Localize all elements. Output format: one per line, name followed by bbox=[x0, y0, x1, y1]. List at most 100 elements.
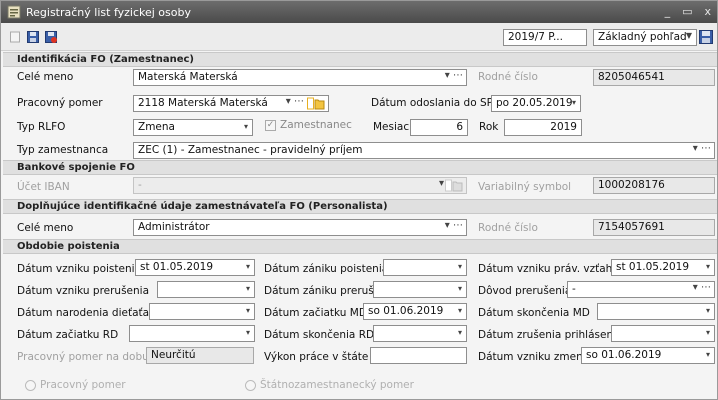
chevron-down-icon: ▾ bbox=[705, 262, 710, 271]
chevron-down-icon: ▾ bbox=[457, 328, 462, 337]
chevron-down-icon: ▾ bbox=[243, 122, 248, 131]
chevron-down-icon: ▾ bbox=[438, 178, 444, 189]
narodenie-dietata-label: Dátum narodenia dieťaťa bbox=[17, 307, 150, 319]
vznik-prav-value: st 01.05.2019 bbox=[616, 261, 690, 273]
section-obdobie: Obdobie poistenia bbox=[3, 239, 717, 254]
datum-odoslania-label: Dátum odoslania do SP bbox=[371, 97, 493, 109]
admin-meno-value: Administrátor bbox=[138, 221, 210, 233]
admin-meno-field[interactable]: Administrátor ▾ ⋯ bbox=[133, 219, 467, 236]
typ-rlfo-value: Zmena bbox=[138, 121, 175, 133]
lookup-icon[interactable]: ▾ ⋯ bbox=[445, 70, 463, 81]
chevron-down-icon: ▾ bbox=[705, 306, 710, 315]
zamestnanec-checkbox[interactable]: ✓ Zamestnanec bbox=[265, 119, 352, 131]
folder-icon[interactable] bbox=[307, 97, 325, 110]
chevron-down-icon: ▾ bbox=[245, 328, 250, 337]
chevron-down-icon: ▾ bbox=[457, 262, 462, 271]
datum-odoslania-field[interactable]: po 20.05.2019 ▾ bbox=[491, 95, 581, 112]
chevron-down-icon: ▾ bbox=[245, 284, 250, 293]
pracovny-pomer-field[interactable]: 2118 Materská Materská ▾ ⋯ bbox=[133, 95, 329, 112]
zanik-poistenia-field[interactable]: ▾ bbox=[383, 259, 467, 276]
close-button[interactable]: x bbox=[704, 5, 711, 18]
maximize-button[interactable]: ▭ bbox=[682, 5, 692, 18]
period-select[interactable]: 2019/7 P... bbox=[503, 29, 587, 46]
skoncenie-rd-label: Dátum skončenia RD bbox=[264, 329, 375, 341]
skoncenie-md-label: Dátum skončenia MD bbox=[478, 307, 590, 319]
toolbar: 2019/7 P... Základný pohľad ▼ bbox=[1, 23, 717, 51]
admin-rodne-cislo-label: Rodné číslo bbox=[478, 222, 538, 234]
vznik-prav-field[interactable]: st 01.05.2019 ▾ bbox=[611, 259, 715, 276]
minimize-button[interactable]: _ bbox=[665, 5, 671, 18]
zanik-prerusenia-field[interactable]: ▾ bbox=[373, 281, 467, 298]
zaciatok-md-field[interactable]: so 01.06.2019 ▾ bbox=[363, 303, 467, 320]
cele-meno-label: Celé meno bbox=[17, 71, 74, 83]
chevron-down-icon: ▾ bbox=[705, 350, 710, 359]
typ-zamestnanca-field[interactable]: ZEC (1) - Zamestnanec - pravidelný príje… bbox=[133, 142, 715, 159]
iban-field: - ▾ bbox=[133, 177, 467, 194]
radio-icon bbox=[245, 379, 256, 391]
vznik-prerusenia-label: Dátum vzniku prerušenia bbox=[17, 285, 150, 297]
new-doc-icon[interactable] bbox=[9, 31, 21, 43]
chevron-down-icon: ▼ bbox=[685, 31, 692, 40]
window-title: Registračný list fyzickej osoby bbox=[26, 5, 191, 19]
zamestnanec-label: Zamestnanec bbox=[280, 119, 352, 131]
vs-label: Variabilný symbol bbox=[478, 181, 572, 193]
rok-label: Rok bbox=[479, 121, 499, 133]
view-select-label: Základný pohľad bbox=[598, 31, 687, 43]
title-bar: Registračný list fyzickej osoby _ ▭ x bbox=[1, 1, 717, 23]
skoncenie-md-field[interactable]: ▾ bbox=[597, 303, 715, 320]
save-view-icon[interactable] bbox=[699, 30, 713, 44]
section-identifikacia: Identifikácia FO (Zamestnanec) bbox=[3, 52, 717, 67]
chevron-down-icon: ▾ bbox=[457, 306, 462, 315]
save-icon[interactable] bbox=[27, 31, 39, 43]
radio-icon bbox=[25, 379, 36, 391]
typ-rlfo-select[interactable]: Zmena ▾ bbox=[133, 119, 253, 136]
vykon-prace-field[interactable] bbox=[370, 347, 467, 364]
typ-zamestnanca-value: ZEC (1) - Zamestnanec - pravidelný príje… bbox=[138, 144, 363, 156]
lookup-icon[interactable]: ▾ ⋯ bbox=[286, 96, 304, 107]
pracovny-pomer-label: Pracovný pomer bbox=[17, 97, 103, 109]
zaciatok-md-value: so 01.06.2019 bbox=[368, 305, 444, 317]
lookup-icon[interactable]: ▾ ⋯ bbox=[693, 282, 711, 293]
pracovny-doba-field: Neurčitú bbox=[146, 347, 254, 364]
vznik-prerusenia-field[interactable]: ▾ bbox=[157, 281, 255, 298]
iban-label: Účet IBAN bbox=[17, 181, 70, 193]
zrusenie-prihlasenia-label: Dátum zrušenia prihlásenia bbox=[478, 329, 623, 341]
zrusenie-prihlasenia-field[interactable]: ▾ bbox=[611, 325, 715, 342]
view-select[interactable]: Základný pohľad ▼ bbox=[593, 29, 697, 46]
pracovny-pomer-value: 2118 Materská Materská bbox=[138, 97, 268, 109]
chevron-down-icon: ▾ bbox=[705, 328, 710, 337]
section-doplnujuce: Doplňujúce identifikačné údaje zamestnáv… bbox=[3, 199, 717, 214]
vs-field: 1000208176 bbox=[593, 177, 715, 194]
cele-meno-value: Materská Materská bbox=[138, 71, 238, 83]
app-icon bbox=[7, 5, 21, 19]
lookup-icon[interactable]: ▾ ⋯ bbox=[445, 220, 463, 231]
lookup-icon[interactable]: ▾ ⋯ bbox=[693, 143, 711, 154]
narodenie-dietata-field[interactable]: ▾ bbox=[149, 303, 255, 320]
typ-rlfo-label: Typ RLFO bbox=[17, 121, 66, 133]
section-bank: Bankové spojenie FO bbox=[3, 160, 717, 175]
chevron-down-icon: ▾ bbox=[571, 98, 576, 107]
cele-meno-field[interactable]: Materská Materská ▾ ⋯ bbox=[133, 69, 467, 86]
vznik-poistenia-label: Dátum vzniku poistenia bbox=[17, 263, 141, 275]
admin-meno-label: Celé meno bbox=[17, 222, 74, 234]
dovod-prerusenia-field[interactable]: - ▾ ⋯ bbox=[567, 281, 715, 298]
folder-icon bbox=[445, 179, 463, 192]
zaciatok-rd-label: Dátum začiatku RD bbox=[17, 329, 119, 341]
vznik-poistenia-value: st 01.05.2019 bbox=[140, 261, 214, 273]
radio-pracovny-label: Pracovný pomer bbox=[40, 379, 126, 391]
save-close-icon[interactable] bbox=[45, 31, 57, 43]
zanik-poistenia-label: Dátum zániku poistenia bbox=[264, 263, 389, 275]
admin-rodne-cislo-field: 7154057691 bbox=[593, 219, 715, 236]
skoncenie-rd-field[interactable]: ▾ bbox=[373, 325, 467, 342]
pracovny-doba-label: Pracovný pomer na dobu bbox=[17, 351, 149, 363]
zaciatok-rd-field[interactable]: ▾ bbox=[129, 325, 255, 342]
vznik-poistenia-field[interactable]: st 01.05.2019 ▾ bbox=[135, 259, 255, 276]
rodne-cislo-label: Rodné číslo bbox=[478, 71, 538, 83]
mesiac-field[interactable]: 6 bbox=[410, 119, 468, 136]
checkbox-icon: ✓ bbox=[265, 119, 276, 131]
datum-odoslania-value: po 20.05.2019 bbox=[496, 97, 573, 109]
rok-field[interactable]: 2019 bbox=[504, 119, 582, 136]
registration-window: Registračný list fyzickej osoby _ ▭ x 20… bbox=[0, 0, 718, 400]
mesiac-label: Mesiac bbox=[373, 121, 410, 133]
vznik-zmeny-field[interactable]: so 01.06.2019 ▾ bbox=[581, 347, 715, 364]
